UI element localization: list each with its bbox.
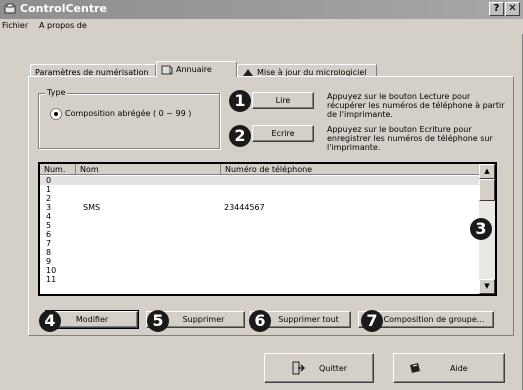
list-cell-num: 10 <box>46 266 57 275</box>
controlcentre-window: ControlCentre ? ✕ Fichier A propos de Pa… <box>0 0 523 390</box>
list-item[interactable]: 2 <box>40 194 480 203</box>
group-dial-button-label: Composition de groupe... <box>383 315 485 324</box>
title-bar: ControlCentre ? ✕ <box>0 0 523 19</box>
list-cell-num: 5 <box>46 221 52 230</box>
list-item[interactable]: 0 <box>40 176 480 185</box>
tab-phonebook[interactable]: Annuaire <box>156 61 237 77</box>
list-cell-num: 9 <box>46 257 52 266</box>
menu-a-propos[interactable]: A propos de <box>39 21 87 30</box>
list-item[interactable]: 6 <box>40 230 480 239</box>
delete-button-label: Supprimer <box>182 315 225 324</box>
read-button[interactable]: Lire <box>252 92 314 109</box>
type-legend: Type <box>45 88 68 97</box>
help-button-label: Aide <box>450 364 468 373</box>
list-cell-num: 7 <box>46 239 52 248</box>
quit-button[interactable]: Quitter <box>264 353 374 383</box>
list-cell-name: SMS <box>83 203 101 212</box>
callout-1: 1 <box>229 90 251 112</box>
list-cell-num: 11 <box>46 275 57 284</box>
help-title-button[interactable]: ? <box>489 2 504 16</box>
close-button[interactable]: ✕ <box>505 2 520 16</box>
phonebook-icon <box>161 65 173 75</box>
column-phone[interactable]: Numéro de téléphone <box>221 164 480 175</box>
list-cell-num: 1 <box>46 185 52 194</box>
quit-button-label: Quitter <box>319 364 348 373</box>
callout-3: 3 <box>470 218 492 240</box>
menu-fichier[interactable]: Fichier <box>2 21 28 30</box>
list-cell-phone: 23444567 <box>224 203 265 212</box>
column-nom[interactable]: Nom <box>76 164 221 175</box>
scroll-down-arrow[interactable]: ▼ <box>479 279 495 294</box>
list-cell-num: 6 <box>46 230 52 239</box>
list-item[interactable]: 7 <box>40 239 480 248</box>
read-description: Appuyez sur le bouton Lecture pour récup… <box>327 92 505 119</box>
radio-dot <box>54 112 58 116</box>
exit-icon <box>292 361 305 375</box>
callout-7: 7 <box>361 310 383 332</box>
callout-5: 5 <box>147 310 169 332</box>
phonebook-list[interactable]: Num. Nom Numéro de téléphone 0 1 2 3 SMS 2344… <box>38 162 497 296</box>
list-item[interactable]: 8 <box>40 248 480 257</box>
list-item[interactable]: 10 <box>40 266 480 275</box>
help-icon <box>410 363 420 373</box>
scroll-up-arrow[interactable]: ▲ <box>479 164 495 179</box>
speed-dial-label: Composition abrégée ( 0 ~ 99 ) <box>65 109 192 118</box>
list-item[interactable]: 5 <box>40 221 480 230</box>
scroll-thumb[interactable] <box>479 179 495 201</box>
list-header: Num. Nom Numéro de téléphone <box>40 164 480 175</box>
window-title: ControlCentre <box>20 2 107 15</box>
write-button[interactable]: Ecrire <box>252 125 314 142</box>
type-groupbox: Type <box>38 88 220 149</box>
list-item[interactable]: 1 <box>40 185 480 194</box>
list-item[interactable]: 3 SMS 23444567 <box>40 203 480 212</box>
list-cell-num: 3 <box>46 203 52 212</box>
list-cell-num: 0 <box>46 176 52 185</box>
list-item[interactable]: 11 <box>40 275 480 284</box>
tab-phonebook-label: Annuaire <box>176 65 212 74</box>
callout-6: 6 <box>249 310 271 332</box>
speed-dial-radio[interactable] <box>50 108 62 120</box>
list-cell-num: 2 <box>46 194 52 203</box>
write-description: Appuyez sur le bouton Ecriture pour enre… <box>327 125 493 152</box>
column-num[interactable]: Num. <box>40 164 76 175</box>
callout-4: 4 <box>39 310 61 332</box>
list-cell-num: 8 <box>46 248 52 257</box>
delete-all-button-label: Supprimer tout <box>278 315 339 324</box>
menu-bar: Fichier A propos de <box>0 19 523 34</box>
help-button[interactable]: Aide <box>393 353 505 383</box>
modify-button-label: Modifier <box>75 315 109 324</box>
controlcentre-icon <box>4 3 16 14</box>
list-cell-num: 4 <box>46 212 52 221</box>
list-item[interactable]: 9 <box>40 257 480 266</box>
list-item[interactable]: 4 <box>40 212 480 221</box>
callout-2: 2 <box>229 125 251 147</box>
